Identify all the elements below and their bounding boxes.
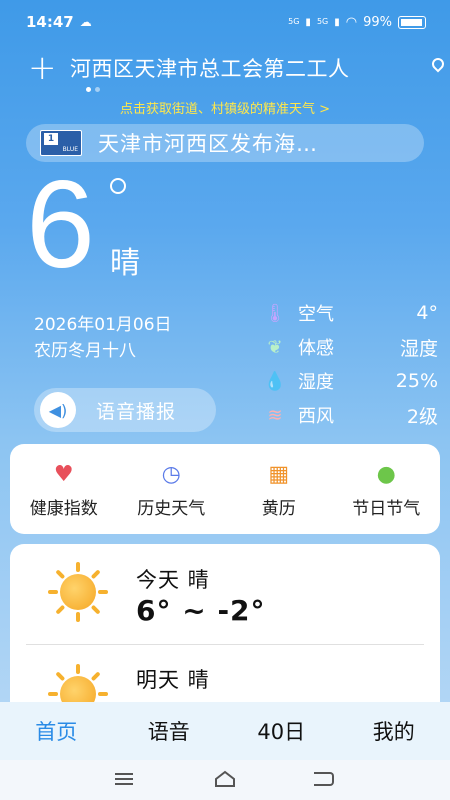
bottom-tab-bar: 首页 语音 40日 我的	[0, 702, 450, 760]
signal-bars-icon: ▮	[334, 16, 340, 28]
lunar-date: 农历冬月十八	[34, 341, 136, 361]
tab-voice[interactable]: 语音	[113, 716, 226, 746]
wind-icon: ≋	[267, 404, 283, 426]
forecast-title: 今天 晴	[136, 568, 210, 592]
weather-mini-icon: ☁	[79, 15, 92, 29]
alert-badge-icon: 1 BLUE	[40, 130, 82, 156]
battery-percent: 99%	[363, 14, 392, 30]
signal-icon-1: 5G	[288, 17, 300, 26]
alert-text: 天津市河西区发布海…	[98, 132, 318, 156]
back-icon[interactable]	[314, 772, 334, 786]
voice-label: 语音播报	[96, 400, 177, 423]
quick-item-festival[interactable]: ● 节日节气	[333, 444, 441, 534]
street-weather-link[interactable]: 点击获取街道、村镇级的精准天气 >	[0, 98, 450, 117]
forecast-range: 6° ~ -2°	[136, 594, 266, 627]
thermometer-icon: 🌡	[263, 302, 287, 324]
detail-row-air: 🌡 空气 4°	[263, 302, 438, 325]
clock-icon: ◷	[161, 462, 181, 487]
status-bar: 14:47 ☁ 5G ▮ 5G ▮ ◠ 99%	[0, 0, 450, 44]
page-indicator	[86, 87, 100, 92]
quick-menu: ♥ 健康指数 ◷ 历史天气 ▦ 黄历 ● 节日节气	[10, 444, 440, 534]
detail-row-wind: ≋ 西风 2级	[262, 398, 438, 432]
detail-row-feel: ❦ 体感 湿度	[262, 330, 438, 364]
current-condition: 晴	[110, 246, 140, 281]
page-dot	[95, 87, 100, 92]
tab-mine[interactable]: 我的	[338, 716, 450, 746]
menu-icon[interactable]	[115, 773, 133, 785]
quick-item-almanac[interactable]: ▦ 黄历	[225, 444, 333, 534]
page-dot	[86, 87, 91, 92]
heart-pulse-icon: ♥	[53, 462, 74, 487]
speaker-icon: ◀)	[40, 392, 76, 428]
calendar-icon: ▦	[268, 462, 290, 487]
signal-icon-2: 5G	[316, 17, 329, 26]
forecast-title: 明天 晴	[136, 668, 210, 692]
forecast-row-today[interactable]: 今天 晴 6° ~ -2°	[10, 544, 440, 644]
location-pin-icon[interactable]	[429, 55, 447, 73]
degree-symbol	[110, 178, 126, 194]
wifi-icon: ◠	[345, 14, 358, 30]
system-nav-bar	[0, 760, 450, 800]
balloon-icon: ●	[376, 462, 396, 487]
signal-bars-icon: ▮	[305, 16, 311, 28]
location-name[interactable]: 河西区天津市总工会第二工人	[70, 53, 430, 83]
current-temperature: 6	[26, 156, 95, 294]
detail-row-humidity: 💧 湿度 25%	[263, 370, 438, 393]
current-date: 2026年01月06日	[34, 315, 172, 335]
home-icon[interactable]	[214, 770, 236, 788]
tab-40days[interactable]: 40日	[225, 716, 338, 746]
tab-home[interactable]: 首页	[0, 716, 113, 746]
sun-icon	[48, 562, 108, 622]
add-city-icon[interactable]: +	[28, 51, 62, 85]
weather-details: 🌡 空气 4° ❦ 体感 湿度 💧 湿度 25% ≋ 西风 2级	[262, 296, 438, 432]
quick-item-health[interactable]: ♥ 健康指数	[10, 444, 118, 534]
battery-icon	[398, 15, 426, 29]
drop-icon: 💧	[263, 370, 287, 392]
quick-item-history[interactable]: ◷ 历史天气	[118, 444, 226, 534]
leaf-icon: ❦	[267, 336, 283, 358]
voice-broadcast-button[interactable]: ◀) 语音播报	[34, 388, 216, 432]
status-time: 14:47	[26, 13, 74, 31]
location-header: + 河西区天津市总工会第二工人	[0, 50, 450, 86]
